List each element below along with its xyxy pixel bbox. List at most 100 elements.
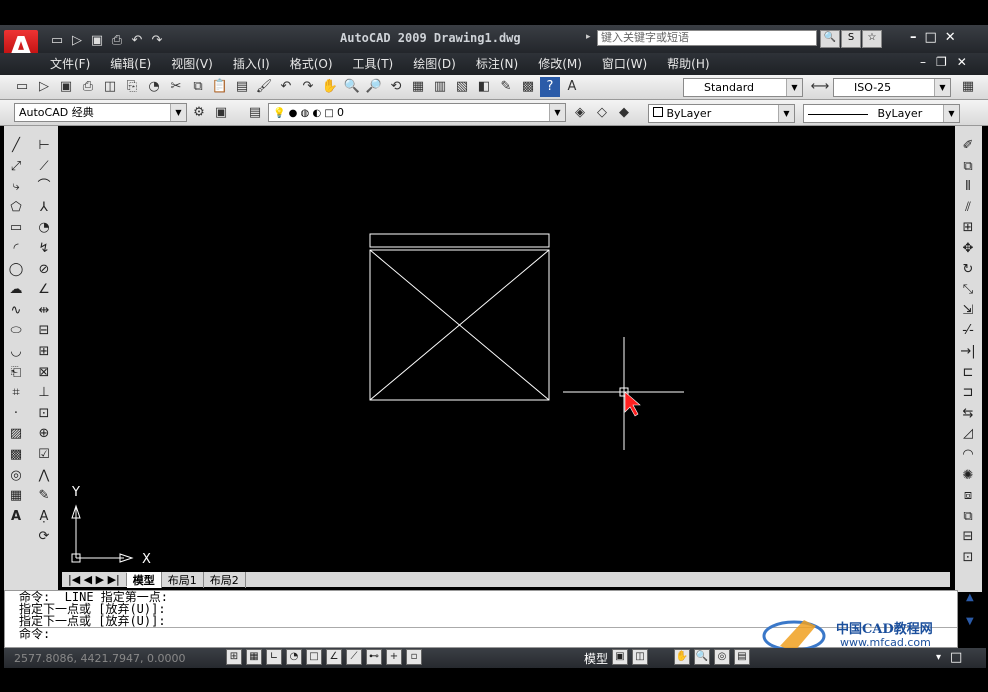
menu-modify[interactable]: 修改(M)	[538, 55, 582, 72]
erase-icon[interactable]: ✐	[958, 136, 978, 155]
help-icon[interactable]: ?	[540, 77, 560, 97]
menu-insert[interactable]: 插入(I)	[233, 55, 270, 72]
inspection-icon[interactable]: ☑	[34, 445, 54, 464]
menu-view[interactable]: 视图(V)	[171, 55, 213, 72]
gradient-icon[interactable]: ▩	[6, 445, 26, 464]
block-icon[interactable]: ▤	[232, 77, 252, 97]
insert-block-icon[interactable]: ⎗	[6, 363, 26, 382]
jogged-dim-icon[interactable]: ↯	[34, 239, 54, 258]
undo-icon[interactable]: ↶	[128, 32, 146, 50]
ellipse-arc-icon[interactable]: ◡	[6, 342, 26, 361]
array-icon[interactable]: ⊞	[958, 218, 978, 237]
search-icon[interactable]: 🔍	[820, 30, 840, 48]
maximize-icon[interactable]: □	[925, 30, 937, 45]
draworder-back-icon[interactable]: ⧉	[958, 507, 978, 526]
rectangle-icon[interactable]: ▭	[6, 218, 26, 237]
explode-icon[interactable]: ✺	[958, 466, 978, 485]
dyn-icon[interactable]: ⊷	[366, 649, 382, 665]
menu-window[interactable]: 窗口(W)	[602, 55, 647, 72]
quick-dim-icon[interactable]: ⇹	[34, 301, 54, 320]
dim-style-icon[interactable]: ⟷	[810, 77, 830, 97]
dim-update-icon[interactable]: ⟳	[34, 527, 54, 546]
layer-states-icon[interactable]: ◆	[614, 103, 634, 123]
join-icon[interactable]: ⇆	[958, 404, 978, 423]
mirror-icon[interactable]: ⫴	[958, 177, 978, 196]
plot-icon[interactable]: ⎙	[78, 77, 98, 97]
dim-edit-icon[interactable]: ✎	[34, 486, 54, 505]
polyline-icon[interactable]: ⤷	[6, 177, 26, 196]
ordinate-dim-icon[interactable]: ⅄	[34, 198, 54, 217]
print-icon[interactable]: ⎙	[108, 32, 126, 50]
pan-icon[interactable]: ✋	[320, 77, 340, 97]
chamfer-icon[interactable]: ◿	[958, 424, 978, 443]
markup-icon[interactable]: ✎	[496, 77, 516, 97]
drawn-rectangle-top[interactable]	[369, 233, 550, 248]
radius-dim-icon[interactable]: ◔	[34, 218, 54, 237]
doc-close-icon[interactable]: ✕	[957, 55, 967, 69]
baseline-dim-icon[interactable]: ⊟	[34, 321, 54, 340]
showmotion-icon[interactable]: ▤	[734, 649, 750, 665]
break-at-point-icon[interactable]: ⊏	[958, 363, 978, 382]
make-block-icon[interactable]: ⌗	[6, 383, 26, 402]
quick-view-icon[interactable]: ◫	[632, 649, 648, 665]
drawing-canvas[interactable]: Y X	[62, 130, 950, 572]
tolerance-icon[interactable]: ⊡	[34, 404, 54, 423]
save-icon[interactable]: ▣	[88, 32, 106, 50]
layer-manager-icon[interactable]: ▤	[245, 103, 265, 123]
qp-icon[interactable]: ▫	[406, 649, 422, 665]
scroll-down-icon[interactable]: ▼	[966, 616, 974, 627]
open-file-icon[interactable]: ▷	[68, 32, 86, 50]
doc-minimize-icon[interactable]: –	[920, 55, 926, 69]
doc-restore-icon[interactable]: ❐	[936, 55, 947, 69]
break-icon[interactable]: ⊐	[958, 383, 978, 402]
match-properties-icon[interactable]: 🖌	[254, 77, 274, 97]
grid-icon[interactable]: ▦	[246, 649, 262, 665]
draworder-under-icon[interactable]: ⊡	[958, 548, 978, 567]
menu-draw[interactable]: 绘图(D)	[413, 55, 456, 72]
steering-wheel-icon[interactable]: ◎	[714, 649, 730, 665]
text-style-icon[interactable]: A	[562, 77, 582, 97]
subscription-icon[interactable]: S	[841, 30, 861, 48]
osnap-icon[interactable]: □	[306, 649, 322, 665]
lineweight-icon[interactable]: +	[386, 649, 402, 665]
scale-icon[interactable]: ⤡	[958, 280, 978, 299]
revision-cloud-icon[interactable]: ☁	[6, 280, 26, 299]
tab-nav-arrows[interactable]: |◀ ◀ ▶ ▶|	[62, 573, 127, 586]
table-icon[interactable]: ▦	[6, 486, 26, 505]
region-icon[interactable]: ◎	[6, 466, 26, 485]
point-icon[interactable]: ·	[6, 404, 26, 423]
dim-space-icon[interactable]: ⊠	[34, 363, 54, 382]
angular-dim-icon[interactable]: ∠	[34, 280, 54, 299]
aligned-dim-icon[interactable]: ⟋	[34, 157, 54, 176]
workspace-dropdown[interactable]: AutoCAD 经典 ▼	[14, 103, 187, 122]
favorites-icon[interactable]: ☆	[862, 30, 882, 48]
hatch-icon[interactable]: ▨	[6, 424, 26, 443]
design-center-icon[interactable]: ▥	[430, 77, 450, 97]
clean-screen-icon[interactable]: □	[950, 650, 962, 665]
layer-previous-icon[interactable]: ◇	[592, 103, 612, 123]
color-dropdown[interactable]: ByLayer ▼	[648, 104, 795, 123]
linear-dim-icon[interactable]: ⊢	[34, 136, 54, 155]
preview-icon[interactable]: ◫	[100, 77, 120, 97]
sheet-set-icon[interactable]: ◧	[474, 77, 494, 97]
close-icon[interactable]: ✕	[945, 30, 956, 45]
cut-icon[interactable]: ✂	[166, 77, 186, 97]
paste-icon[interactable]: 📋	[210, 77, 230, 97]
model-space-label[interactable]: 模型	[584, 650, 608, 667]
text-style-dropdown[interactable]: Standard ▼	[683, 78, 803, 97]
ducs-icon[interactable]: ⟋	[346, 649, 362, 665]
zoom-status-icon[interactable]: 🔍	[694, 649, 710, 665]
coordinate-readout[interactable]: 2577.8086, 4421.7947, 0.0000	[14, 652, 185, 665]
menu-tools[interactable]: 工具(T)	[353, 55, 394, 72]
properties-icon[interactable]: ▦	[408, 77, 428, 97]
redo-icon[interactable]: ↷	[298, 77, 318, 97]
snap-icon[interactable]: ⊞	[226, 649, 242, 665]
trim-icon[interactable]: -⁄-	[958, 321, 978, 340]
dim-break-icon[interactable]: ⊥	[34, 383, 54, 402]
offset-icon[interactable]: ⫽	[958, 198, 978, 217]
menu-file[interactable]: 文件(F)	[50, 55, 90, 72]
stretch-icon[interactable]: ⇲	[958, 301, 978, 320]
arc-icon[interactable]: ◜	[6, 239, 26, 258]
center-mark-icon[interactable]: ⊕	[34, 424, 54, 443]
draworder-above-icon[interactable]: ⊟	[958, 527, 978, 546]
